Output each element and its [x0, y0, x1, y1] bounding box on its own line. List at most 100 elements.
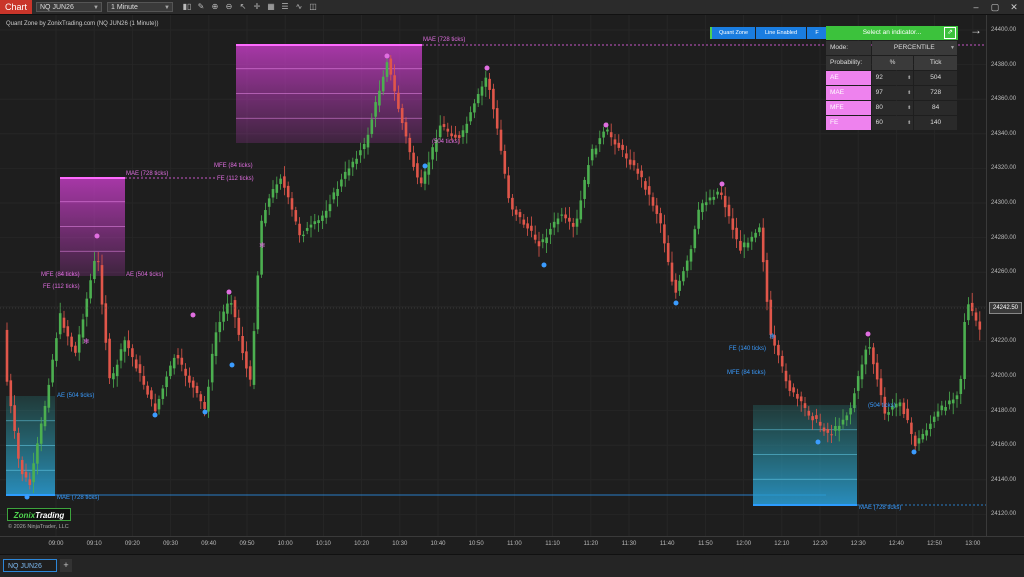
- candle-body: [465, 123, 469, 133]
- price-tick-label: 24140.00: [991, 476, 1017, 483]
- spinner-icon[interactable]: ⬍: [907, 86, 911, 100]
- brand-logo: ZonixTrading: [7, 508, 71, 521]
- spinner-icon[interactable]: ⬍: [907, 116, 911, 130]
- swing-high-marker: [226, 289, 232, 295]
- candle-body: [77, 334, 81, 353]
- add-tab-button[interactable]: +: [60, 559, 72, 572]
- candle-body: [651, 197, 655, 206]
- candle-body: [583, 179, 586, 199]
- candle-body: [530, 225, 533, 231]
- interval-value: 1 Minute: [111, 4, 138, 11]
- minimize-icon[interactable]: –: [969, 0, 983, 14]
- interval-selector[interactable]: 1 Minute ▼: [107, 2, 173, 12]
- snowflake-icon: ❄: [769, 332, 776, 341]
- candle-body: [788, 380, 792, 391]
- candle-body: [594, 148, 598, 155]
- external-link-icon[interactable]: ⇗: [944, 27, 956, 39]
- candle-body: [112, 373, 115, 380]
- time-tick-label: 10:40: [430, 541, 446, 547]
- price-axis[interactable]: 24400.00 24380.00 24360.00 24340.00 24320.00…: [986, 15, 1024, 536]
- indicators-icon[interactable]: ∿: [292, 1, 306, 13]
- tick-value: 84: [914, 101, 957, 115]
- candle-body: [868, 347, 871, 349]
- chart-menu-button[interactable]: Chart: [0, 0, 33, 14]
- candle-body: [761, 227, 765, 263]
- arrow-right-icon[interactable]: →: [970, 23, 982, 37]
- candle-body: [36, 443, 39, 464]
- candle-body: [830, 434, 833, 436]
- candle-body: [442, 124, 446, 127]
- select-indicator-button[interactable]: Select an indicator... ⇗: [826, 26, 958, 40]
- candle-body: [355, 158, 358, 164]
- pct-stepper[interactable]: 92 ⬍: [871, 71, 914, 85]
- chart-plot-area[interactable]: ❄ ❄ ❄ Quant Zone by ZonixTrading.com (NQ J…: [0, 15, 986, 536]
- f-button[interactable]: F: [807, 27, 827, 39]
- properties-icon[interactable]: ☰: [278, 1, 292, 13]
- time-tick-label: 12:20: [812, 541, 828, 547]
- chart-title: Quant Zone by ZonixTrading.com (NQ JUN26…: [6, 21, 159, 27]
- pct-stepper[interactable]: 80 ⬍: [871, 101, 914, 115]
- candle-body: [226, 303, 229, 314]
- candle-body: [659, 213, 662, 224]
- spinner-icon[interactable]: ⬍: [907, 71, 911, 85]
- candle-body: [663, 224, 666, 244]
- pointer-icon[interactable]: ↖: [236, 1, 250, 13]
- candle-body: [568, 217, 571, 222]
- candle-body: [381, 76, 385, 92]
- candle-body: [469, 112, 472, 122]
- instrument-selector[interactable]: NQ JUN26 ▼: [36, 2, 102, 12]
- time-axis[interactable]: 09:00 09:10 09:20 09:30 09:40 09:50 10:00 10:10…: [0, 536, 1024, 555]
- candle-body: [184, 368, 187, 376]
- candle-body: [841, 419, 845, 425]
- panel-row-mae: MAE 97 ⬍ 728: [826, 86, 958, 100]
- candle-body: [948, 400, 951, 405]
- zone-label: FE (112 ticks): [43, 284, 80, 290]
- candle-body: [438, 125, 442, 138]
- candle-body: [697, 209, 700, 229]
- tab-nq-jun26[interactable]: NQ JUN26: [3, 559, 57, 572]
- price-tick-label: 24380.00: [991, 61, 1017, 68]
- candle-body: [195, 386, 199, 393]
- candle-body: [423, 171, 427, 184]
- data-box-icon[interactable]: ▦: [264, 1, 278, 13]
- price-tick-label: 24360.00: [991, 96, 1017, 103]
- candle-body: [473, 103, 476, 113]
- mode-select[interactable]: PERCENTILE ▼: [871, 41, 957, 55]
- pct-stepper[interactable]: 60 ⬍: [871, 116, 914, 130]
- candle-body: [214, 332, 218, 356]
- bar-chart-icon[interactable]: ▮▯: [180, 1, 194, 13]
- mode-row: Mode: PERCENTILE ▼: [826, 41, 958, 55]
- candle-body: [267, 198, 271, 207]
- line-enabled-button[interactable]: Line Enabled: [756, 27, 806, 39]
- candle-body: [925, 430, 928, 436]
- panel-row-mfe: MFE 80 ⬍ 84: [826, 101, 958, 115]
- candle-body: [294, 210, 298, 222]
- candle-body: [632, 160, 636, 166]
- zoom-in-icon[interactable]: ⊕: [208, 1, 222, 13]
- quant-zone-button[interactable]: Quant Zone: [710, 27, 755, 39]
- maximize-icon[interactable]: ▢: [988, 0, 1002, 14]
- quant-zone-buttons: Quant Zone Line Enabled F: [710, 27, 828, 39]
- candle-body: [742, 242, 746, 248]
- candle-body: [20, 460, 24, 475]
- candle-body: [731, 218, 735, 230]
- pct-stepper[interactable]: 97 ⬍: [871, 86, 914, 100]
- draw-tool-icon[interactable]: ✎: [194, 1, 208, 13]
- time-tick-label: 09:20: [124, 541, 140, 547]
- candle-body: [359, 150, 362, 156]
- candle-body: [305, 228, 309, 231]
- candle-body: [290, 198, 294, 210]
- candle-body: [241, 336, 244, 354]
- time-tick-label: 09:10: [86, 541, 102, 547]
- zoom-out-icon[interactable]: ⊖: [222, 1, 236, 13]
- candle-body: [484, 77, 488, 87]
- spinner-icon[interactable]: ⬍: [907, 101, 911, 115]
- strategies-icon[interactable]: ◫: [306, 1, 320, 13]
- swing-low-marker: [229, 362, 235, 368]
- close-icon[interactable]: ✕: [1007, 0, 1021, 14]
- time-tick-label: 10:30: [392, 541, 408, 547]
- swing-low-marker: [24, 494, 30, 500]
- candle-body: [446, 128, 450, 132]
- crosshair-icon[interactable]: ✛: [250, 1, 264, 13]
- candle-body: [153, 403, 157, 412]
